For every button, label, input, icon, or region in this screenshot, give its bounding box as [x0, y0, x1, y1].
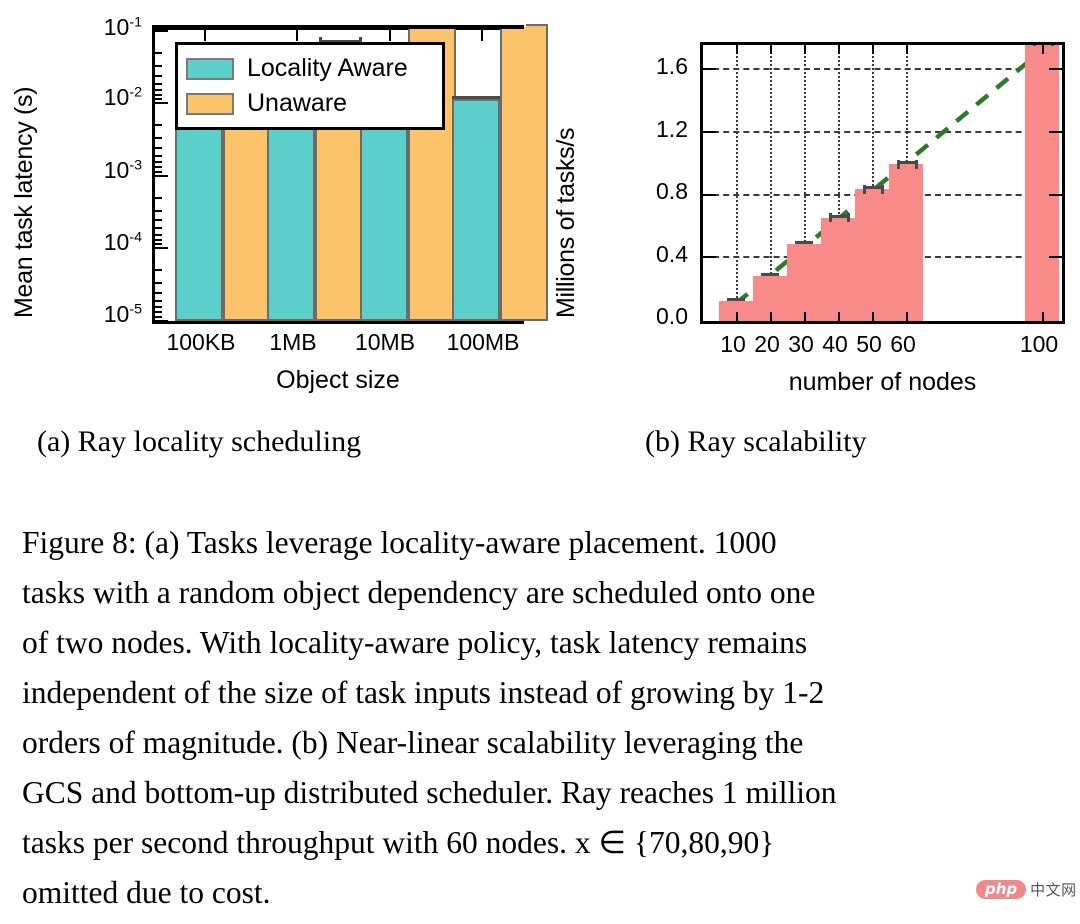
errorbar-nodes-20 — [761, 272, 779, 276]
caption-line-2: tasks with a random object dependency ar… — [22, 575, 816, 610]
figure-caption: Figure 8: (a) Tasks leverage locality-aw… — [22, 518, 1062, 918]
bar-nodes-30 — [787, 244, 821, 321]
legend-label-unaware: Unaware — [247, 89, 348, 117]
errorbar-locality-aware-100MB — [452, 96, 500, 99]
chart-a-plot-area: Locality Aware Unaware — [152, 24, 548, 324]
chart-b-ytick-0.8: 0.8 — [656, 178, 688, 204]
figure-8: Mean task latency (s) 10-1 10-2 10-3 10-… — [0, 0, 1080, 924]
legend-label-locality-aware: Locality Aware — [247, 54, 408, 82]
php-logo-badge: php — [976, 879, 1027, 900]
watermark: php 中文网 — [976, 879, 1077, 900]
bar-nodes-50 — [855, 189, 889, 321]
chart-b-y-axis-label: Millions of tasks/s — [552, 127, 580, 318]
chart-a-top-mask — [150, 0, 526, 27]
bar-locality-aware-1MB — [267, 100, 315, 321]
bar-nodes-40 — [821, 217, 855, 321]
chart-b-plot-area — [700, 42, 1065, 324]
chart-a-ytick-1e-3: 10-3 — [103, 157, 142, 183]
caption-line-7: tasks per second throughput with 60 node… — [22, 825, 775, 860]
errorbar-nodes-10 — [727, 297, 745, 301]
legend-swatch-locality-aware — [186, 57, 234, 80]
bar-nodes-100 — [1025, 45, 1059, 321]
legend-item-locality-aware: Locality Aware — [186, 51, 432, 86]
caption-line-4: independent of the size of task inputs i… — [22, 675, 825, 710]
chart-a-y-axis-label: Mean task latency (s) — [10, 86, 38, 318]
chart-b-xtick-100: 100 — [1019, 331, 1059, 357]
legend-swatch-unaware — [186, 92, 234, 115]
chart-a-ytick-1e-1: 10-1 — [103, 14, 142, 40]
bar-locality-aware-100MB — [452, 99, 500, 321]
legend-item-unaware: Unaware — [186, 86, 432, 121]
caption-line-8: omitted due to cost. — [22, 875, 271, 910]
subcaption-b: (b) Ray scalability — [645, 425, 867, 458]
bar-locality-aware-10MB — [360, 99, 408, 321]
chart-b-ytick-1.6: 1.6 — [656, 53, 688, 79]
chart-a-x-axis-label: Object size — [276, 366, 400, 394]
errorbar-nodes-30 — [795, 241, 813, 245]
chart-b-xtick-60: 60 — [890, 331, 916, 357]
chart-a-legend: Locality Aware Unaware — [175, 42, 445, 130]
chart-b-x-axis-label: number of nodes — [788, 368, 977, 396]
chart-a-xtick-100MB: 100MB — [446, 329, 520, 355]
subcaption-a: (a) Ray locality scheduling — [37, 425, 362, 458]
chart-b-ytick-1.2: 1.2 — [656, 116, 688, 142]
charts-row: Mean task latency (s) 10-1 10-2 10-3 10-… — [0, 0, 1080, 400]
caption-line-6: GCS and bottom-up distributed scheduler.… — [22, 775, 837, 810]
chart-b-ytick-0.0: 0.0 — [656, 303, 688, 329]
watermark-cn-label: 中文网 — [1030, 881, 1077, 899]
chart-b-ytick-0.4: 0.4 — [656, 241, 688, 267]
chart-a-ytick-1e-4: 10-4 — [103, 229, 142, 255]
caption-line-1: Figure 8: (a) Tasks leverage locality-aw… — [22, 525, 777, 560]
chart-a-ytick-1e-5: 10-5 — [103, 301, 142, 327]
chart-a-top-border — [152, 25, 524, 29]
bar-locality-aware-100KB — [175, 99, 223, 321]
caption-line-3: of two nodes. With locality-aware policy… — [22, 625, 808, 660]
chart-a-ytick-1e-2: 10-2 — [103, 84, 142, 110]
chart-panel-locality-scheduling: Mean task latency (s) 10-1 10-2 10-3 10-… — [0, 0, 548, 400]
bar-nodes-60 — [889, 164, 923, 321]
chart-panel-scalability: Millions of tasks/s 1.6 1.2 0.8 0.4 0.0 — [540, 0, 1080, 400]
caption-line-5: orders of magnitude. (b) Near-linear sca… — [22, 725, 804, 760]
